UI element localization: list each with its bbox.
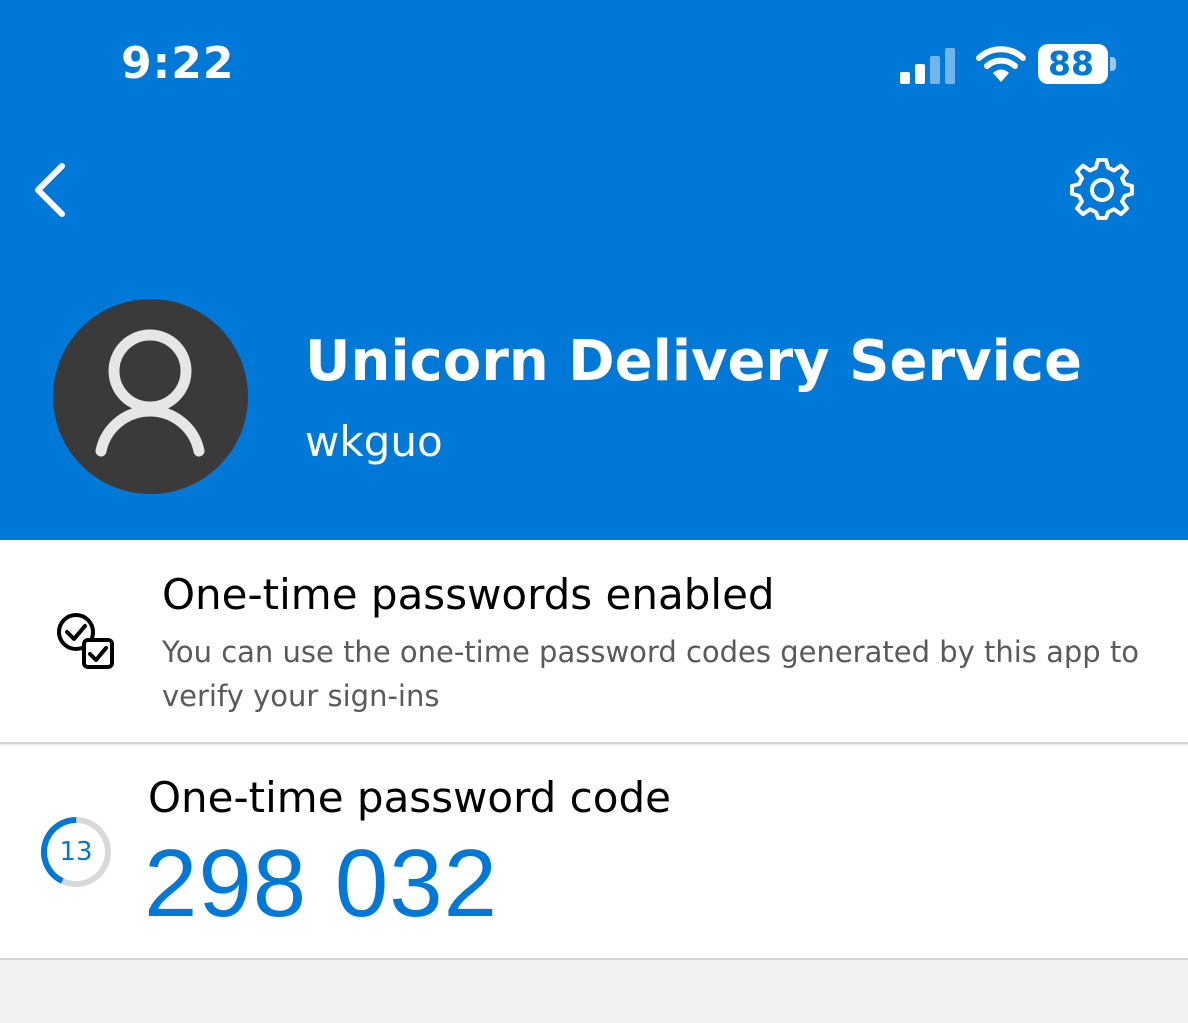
gear-icon — [1070, 157, 1134, 220]
countdown-seconds: 13 — [59, 837, 93, 867]
otp-code-value[interactable]: 298 032 — [144, 832, 498, 936]
account-username: wkguo — [305, 417, 443, 466]
back-button[interactable] — [26, 158, 78, 222]
wifi-icon — [976, 46, 1026, 82]
otp-code-label: One-time password code — [148, 773, 671, 822]
otp-enabled-title: One-time passwords enabled — [162, 570, 775, 619]
settings-button[interactable] — [1070, 157, 1134, 222]
checkbox-stack-icon — [57, 613, 114, 669]
status-time: 9:22 — [121, 38, 235, 89]
avatar — [53, 299, 248, 494]
battery-icon: 88 — [1038, 44, 1120, 84]
cellular-signal-icon — [900, 48, 955, 84]
app-header: 9:22 88 Unicorn Delivery Service wkguo — [0, 0, 1188, 540]
chevron-left-icon — [35, 163, 65, 217]
battery-level: 88 — [1048, 44, 1094, 83]
account-name: Unicorn Delivery Service — [305, 329, 1082, 394]
person-icon — [95, 329, 205, 457]
otp-enabled-description: You can use the one-time password codes … — [162, 635, 1140, 713]
